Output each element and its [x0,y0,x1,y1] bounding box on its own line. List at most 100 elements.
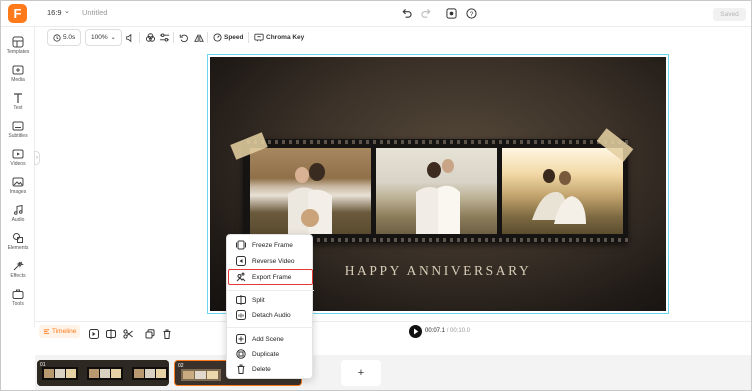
sidebar-label: Text [13,105,23,111]
scissors-icon[interactable] [123,326,134,339]
editor-window: F 16:9 ⌄ Untitled ? Saved Templates Medi… [0,0,752,391]
copy-icon[interactable] [145,326,156,339]
elements-icon [13,233,23,243]
project-title[interactable]: Untitled [82,8,107,17]
reverse-video-icon [235,256,246,267]
current-time: 00:07.1 [425,328,446,334]
rotate-icon[interactable] [179,29,189,46]
sidebar-label: Templates [6,49,30,55]
aspect-ratio-select[interactable]: 16:9 [47,8,62,17]
sidebar-item-elements[interactable]: Elements [1,231,35,257]
play-button[interactable] [409,325,422,338]
duration-value: 5.0s [63,34,76,41]
menu-item-reverse-video[interactable]: Reverse Video [229,254,312,268]
text-icon [14,93,22,103]
app-logo[interactable]: F [8,4,27,23]
sidebar-collapse-handle[interactable]: › [34,151,40,165]
menu-item-freeze-frame[interactable]: Freeze Frame [229,238,312,252]
menu-item-detach-audio[interactable]: Detach Audio [229,308,312,322]
sidebar-item-videos[interactable]: Videos [1,147,35,173]
sidebar-item-tools[interactable]: Tools [1,287,35,313]
detach-audio-icon [235,310,246,321]
clip-context-menu: Freeze Frame Reverse Video Export Frame … [226,234,314,379]
menu-item-delete[interactable]: Delete [229,362,312,376]
timeline-tab-label: Timeline [52,328,77,335]
preview-icon[interactable] [443,5,459,21]
timeline-toolbar: Timeline 00:07.1 / 00:10.0 [35,321,751,341]
menu-item-label: Freeze Frame [252,241,293,249]
freeze-frame-icon [235,240,246,251]
chroma-key-button[interactable]: Chroma Key [254,29,304,46]
menu-item-export-frame[interactable]: Export Frame [228,269,313,285]
duplicate-icon [235,349,246,360]
sidebar-item-media[interactable]: Media [1,63,35,89]
split-icon [235,295,246,306]
menu-item-add-scene[interactable]: Add Scene [229,332,312,346]
redo-icon[interactable] [418,5,434,21]
timeline-icon [43,329,50,334]
add-scene-button[interactable]: + [341,360,381,386]
menu-item-label: Add Scene [252,335,284,343]
volume-icon[interactable] [125,29,135,46]
split-clip-icon[interactable] [106,326,117,339]
clip-thumbnails [37,360,169,386]
saved-button[interactable]: Saved [713,8,746,21]
filter-icon[interactable] [145,29,156,46]
chroma-key-icon [254,33,264,42]
sidebar-label: Elements [7,245,29,251]
divider [207,32,208,43]
flip-icon[interactable] [194,29,204,46]
zoom-select[interactable]: 100% ⌄ [85,29,122,46]
zoom-value: 100% [91,34,108,41]
effects-icon [13,261,24,271]
sidebar-item-audio[interactable]: Audio [1,203,35,229]
chevron-down-icon: ⌄ [110,35,116,41]
speed-button[interactable]: Speed [213,29,244,46]
sidebar-label: Images [9,189,27,195]
sidebar-item-templates[interactable]: Templates [1,35,35,61]
menu-item-label: Delete [252,365,271,373]
couple-photo-2 [376,148,497,234]
sidebar-item-subtitles[interactable]: Subtitles [1,119,35,145]
menu-item-split[interactable]: Split [229,293,312,307]
sidebar-item-images[interactable]: Images [1,175,35,201]
timeline-track: 01 02 + [35,355,751,390]
play-icon [414,328,419,335]
tools-icon [12,289,24,299]
sidebar-label: Effects [10,273,26,279]
trash-icon [235,364,246,375]
videos-icon [12,149,24,159]
film-holes [243,140,628,144]
subtitles-icon [12,121,24,131]
sidebar-label: Subtitles [8,133,28,139]
clip-number: 01 [40,362,46,368]
help-icon[interactable]: ? [463,5,479,21]
menu-item-label: Export Frame [252,273,292,281]
menu-item-duplicate[interactable]: Duplicate [229,347,312,361]
total-time: / 00:10.0 [446,328,471,334]
sidebar-item-effects[interactable]: Effects [1,259,35,285]
menu-item-label: Detach Audio [252,311,291,319]
divider [139,32,140,43]
chevron-down-icon[interactable]: ⌄ [64,7,70,15]
timeline-tab[interactable]: Timeline [39,325,81,338]
timeline-clip[interactable]: 01 [37,360,169,386]
film-strip-graphic [243,139,628,243]
sidebar-item-text[interactable]: Text [1,91,35,117]
divider [173,32,174,43]
undo-icon[interactable] [398,5,414,21]
add-media-icon[interactable] [89,326,100,339]
adjust-icon[interactable] [159,29,170,46]
edit-toolbar: 5.0s 100% ⌄ Speed Chroma Key [43,29,748,46]
top-bar: F 16:9 ⌄ Untitled ? Saved [1,1,751,27]
playback-time: 00:07.1 / 00:10.0 [425,328,470,334]
menu-item-label: Duplicate [252,350,280,358]
speedometer-icon [213,33,222,42]
duration-control[interactable]: 5.0s [47,29,82,46]
sidebar-label: Media [11,77,25,83]
speed-label: Speed [224,34,244,41]
svg-text:?: ? [469,10,473,17]
sidebar-label: Audio [11,217,25,223]
trash-icon[interactable] [162,326,173,339]
chroma-key-label: Chroma Key [266,34,305,41]
